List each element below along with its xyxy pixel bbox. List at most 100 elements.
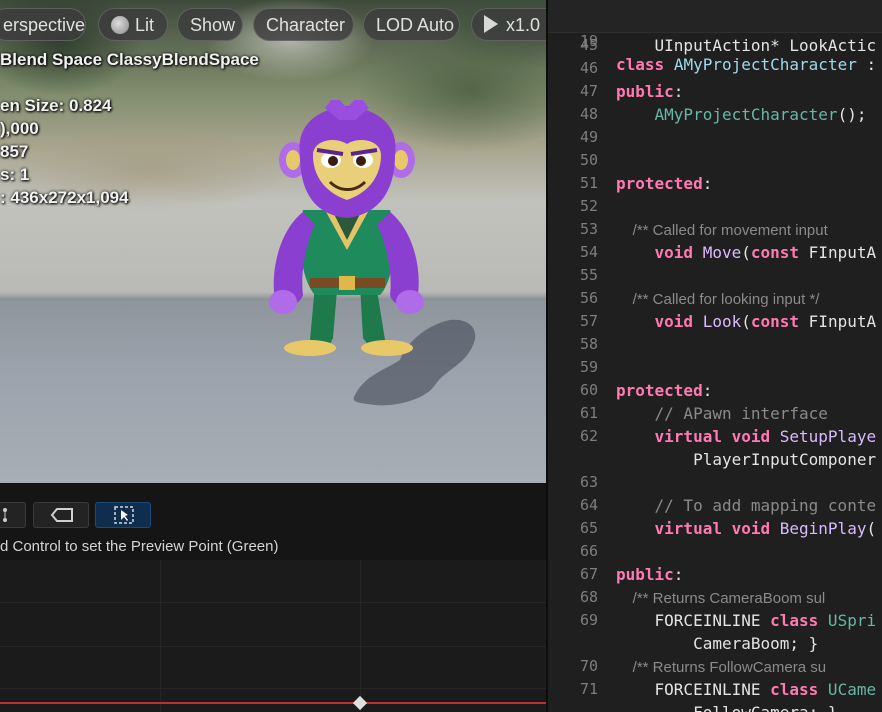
code-text: CameraBoom; } [616, 634, 819, 653]
code-line[interactable]: 47 public: [548, 80, 882, 103]
code-line[interactable]: 45 UInputAction* LookActic [548, 34, 882, 57]
code-text: FollowCamera; } [616, 701, 838, 712]
line-number: 52 [579, 197, 598, 215]
code-text: virtual void SetupPlaye [616, 427, 877, 446]
code-line[interactable]: 64 // To add mapping conte [548, 494, 882, 517]
stat-screen-size: en Size: 0.824 [0, 96, 112, 115]
stat-line: s: 1 [0, 165, 30, 184]
code-text: virtual void BeginPlay( [616, 519, 877, 538]
label-toggle-button[interactable] [33, 502, 89, 528]
code-text: public: [616, 565, 684, 584]
stat-line: ),000 [0, 119, 39, 138]
blend-space-toolbar [0, 498, 546, 532]
show-button[interactable]: Show [177, 8, 243, 41]
line-number: 63 [579, 473, 598, 491]
line-number: 47 [579, 82, 598, 100]
code-line[interactable]: 46 [548, 57, 882, 80]
code-line[interactable]: 63 [548, 471, 882, 494]
code-line[interactable]: 55 [548, 264, 882, 287]
line-number: 45 [579, 36, 598, 54]
code-line[interactable]: 67 public: [548, 563, 882, 586]
code-text: void Look(const FInputA [616, 312, 877, 331]
code-line[interactable]: 70 /** Returns FollowCamera su [548, 655, 882, 678]
code-line[interactable]: 49 [548, 126, 882, 149]
line-number: 62 [579, 427, 598, 445]
code-line[interactable]: 53 /** Called for movement input [548, 218, 882, 241]
line-number: 70 [579, 657, 598, 675]
line-number: 68 [579, 588, 598, 606]
play-icon [484, 15, 498, 33]
line-number: 71 [579, 680, 598, 698]
character-button[interactable]: Character [253, 8, 354, 41]
preview-axis-line [0, 702, 546, 704]
code-text: AMyProjectCharacter(); [616, 105, 867, 124]
line-number: 56 [579, 289, 598, 307]
line-number: 59 [579, 358, 598, 376]
code-line[interactable]: 66 [548, 540, 882, 563]
code-text: UInputAction* LookActic [616, 36, 877, 55]
line-number: 46 [579, 59, 598, 77]
code-line[interactable]: 69 FORCEINLINE class USpri [548, 609, 882, 632]
line-number: 58 [579, 335, 598, 353]
code-line[interactable]: 60 protected: [548, 379, 882, 402]
code-text: protected: [616, 381, 713, 400]
code-line[interactable]: 68 /** Returns CameraBoom sul [548, 586, 882, 609]
line-number: 57 [579, 312, 598, 330]
code-line[interactable]: 52 [548, 195, 882, 218]
stat-bounds: : 436x272x1,094 [0, 188, 129, 207]
line-number: 69 [579, 611, 598, 629]
code-line[interactable]: 51 protected: [548, 172, 882, 195]
code-line[interactable]: FollowCamera; } [548, 701, 882, 712]
code-line[interactable]: 56 /** Called for looking input */ [548, 287, 882, 310]
select-tool-button[interactable] [95, 502, 151, 528]
cursor-select-icon [114, 506, 134, 524]
code-line[interactable]: 58 [548, 333, 882, 356]
line-number: 50 [579, 151, 598, 169]
stat-blend-space: Blend Space ClassyBlendSpace [0, 50, 259, 69]
preview-point-marker[interactable] [352, 695, 368, 711]
line-number: 54 [579, 243, 598, 261]
points-icon [3, 508, 7, 522]
playback-speed-button[interactable]: x1.0 [471, 8, 546, 41]
lit-button[interactable]: Lit [98, 8, 168, 41]
code-line[interactable]: CameraBoom; } [548, 632, 882, 655]
code-text: FORCEINLINE class UCame [616, 680, 877, 699]
perspective-button[interactable]: erspective [0, 8, 86, 41]
line-number: 67 [579, 565, 598, 583]
code-text: // To add mapping conte [616, 496, 877, 515]
code-text: FORCEINLINE class USpri [616, 611, 877, 630]
line-number: 48 [579, 105, 598, 123]
monkey-character-model [269, 100, 424, 356]
grid-points-button[interactable] [0, 502, 26, 528]
code-line[interactable]: PlayerInputComponer [548, 448, 882, 471]
code-text: // APawn interface [616, 404, 828, 423]
line-number: 51 [579, 174, 598, 192]
line-number: 61 [579, 404, 598, 422]
code-line[interactable]: 50 [548, 149, 882, 172]
code-text: PlayerInputComponer [616, 450, 877, 469]
blend-space-grid[interactable] [0, 560, 546, 712]
line-number: 49 [579, 128, 598, 146]
tag-icon [50, 508, 73, 522]
code-text: void Move(const FInputA [616, 243, 877, 262]
code-editor[interactable]: 19 class AMyProjectCharacter : 45 UInput… [548, 0, 882, 712]
lod-button[interactable]: LOD Auto [363, 8, 460, 41]
line-number: 60 [579, 381, 598, 399]
sticky-scope-header: 19 class AMyProjectCharacter : [548, 0, 882, 74]
code-line[interactable]: 59 [548, 356, 882, 379]
code-text: /** Called for movement input [616, 222, 828, 239]
code-line[interactable]: 57 void Look(const FInputA [548, 310, 882, 333]
line-number: 55 [579, 266, 598, 284]
code-line[interactable]: 61 // APawn interface [548, 402, 882, 425]
stat-line: 857 [0, 142, 29, 161]
line-number: 64 [579, 496, 598, 514]
code-text: /** Returns CameraBoom sul [616, 590, 826, 607]
preview-viewport[interactable]: erspective Lit Show Character LOD Auto x… [0, 0, 546, 483]
code-line[interactable]: 71 FORCEINLINE class UCame [548, 678, 882, 701]
code-line[interactable]: 62 virtual void SetupPlaye [548, 425, 882, 448]
animation-editor-panel: erspective Lit Show Character LOD Auto x… [0, 0, 546, 712]
code-text: /** Returns FollowCamera su [616, 659, 827, 676]
code-line[interactable]: 54 void Move(const FInputA [548, 241, 882, 264]
code-line[interactable]: 65 virtual void BeginPlay( [548, 517, 882, 540]
code-line[interactable]: 48 AMyProjectCharacter(); [548, 103, 882, 126]
